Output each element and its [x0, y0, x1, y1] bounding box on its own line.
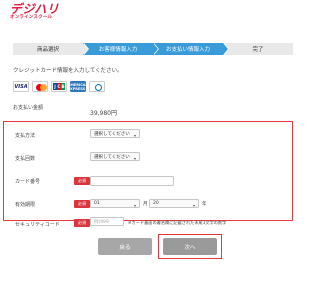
expiry-label: 有効期限	[15, 202, 36, 208]
instruction-text: クレジットカード情報を入力してください。	[13, 68, 123, 74]
amount-value: 39,980円	[90, 110, 117, 117]
next-button[interactable]: 次へ	[163, 238, 217, 255]
jcb-letter: B	[61, 83, 65, 90]
step-complete: 完了	[223, 43, 293, 55]
chevron-down-icon: ▾	[192, 202, 195, 208]
security-code-note: ※カード裏面の署名欄に記載された末尾3文字の数字	[128, 220, 227, 225]
installments-label: 支払回数	[15, 156, 36, 162]
expiry-month-value: 01	[94, 201, 100, 206]
required-badge: 必須	[74, 219, 90, 227]
security-code-input[interactable]: 例)999	[90, 217, 124, 226]
amex-logo-icon: AMERICAN EXPRESS	[67, 81, 89, 92]
step-label: お客様情報入力	[98, 47, 138, 53]
month-unit: 月	[143, 202, 148, 207]
card-number-input[interactable]	[90, 176, 174, 186]
visa-logo-icon: VISA	[13, 81, 29, 92]
required-badge: 必須	[74, 200, 90, 208]
installments-value: 選択してください	[94, 154, 130, 160]
brand-logo-main: デジハリ	[10, 2, 60, 16]
checkout-progress: 商品選択 お客様情報入力 お支払い情報入力 完了	[13, 43, 293, 55]
accepted-cards: VISA J C B AMERICAN EXPRESS	[13, 81, 105, 92]
card-number-label: カード番号	[15, 179, 41, 185]
payment-method-select[interactable]: 選択してください ▾	[90, 129, 140, 138]
security-code-placeholder: 例)999	[94, 219, 109, 225]
year-unit: 年	[202, 202, 207, 207]
step-label: お支払い情報入力	[165, 47, 210, 53]
step-product-selection: 商品選択	[13, 43, 89, 55]
payment-method-value: 選択してください	[94, 131, 130, 137]
required-badge: 必須	[74, 177, 90, 185]
step-label: 完了	[252, 47, 264, 53]
step-label: 商品選択	[36, 47, 59, 53]
amount-label: お支払い金額	[13, 105, 44, 111]
chevron-down-icon: ▾	[133, 155, 136, 161]
payment-form-highlight: 支払方法 選択してください ▾ 支払回数 選択してください ▾ カード番号 必須…	[3, 121, 293, 228]
back-button[interactable]: 戻る	[98, 238, 152, 255]
expiry-year-select[interactable]: 20 ▾	[149, 199, 199, 208]
security-code-label: セキュリティコード	[15, 222, 60, 228]
brand-logo[interactable]: デジハリ オンラインスクール	[10, 2, 62, 22]
chevron-down-icon: ▾	[133, 132, 136, 138]
chevron-down-icon: ▾	[133, 202, 136, 208]
mastercard-logo-icon	[32, 81, 48, 92]
step-payment-info: お支払い情報入力	[153, 43, 229, 55]
step-customer-info: お客様情報入力	[83, 43, 159, 55]
expiry-month-select[interactable]: 01 ▾	[90, 199, 140, 208]
jcb-logo-icon: J C B	[51, 81, 67, 92]
diners-logo-icon	[89, 81, 105, 92]
expiry-year-value: 20	[153, 201, 159, 206]
installments-select[interactable]: 選択してください ▾	[90, 152, 140, 161]
payment-method-label: 支払方法	[15, 133, 36, 139]
